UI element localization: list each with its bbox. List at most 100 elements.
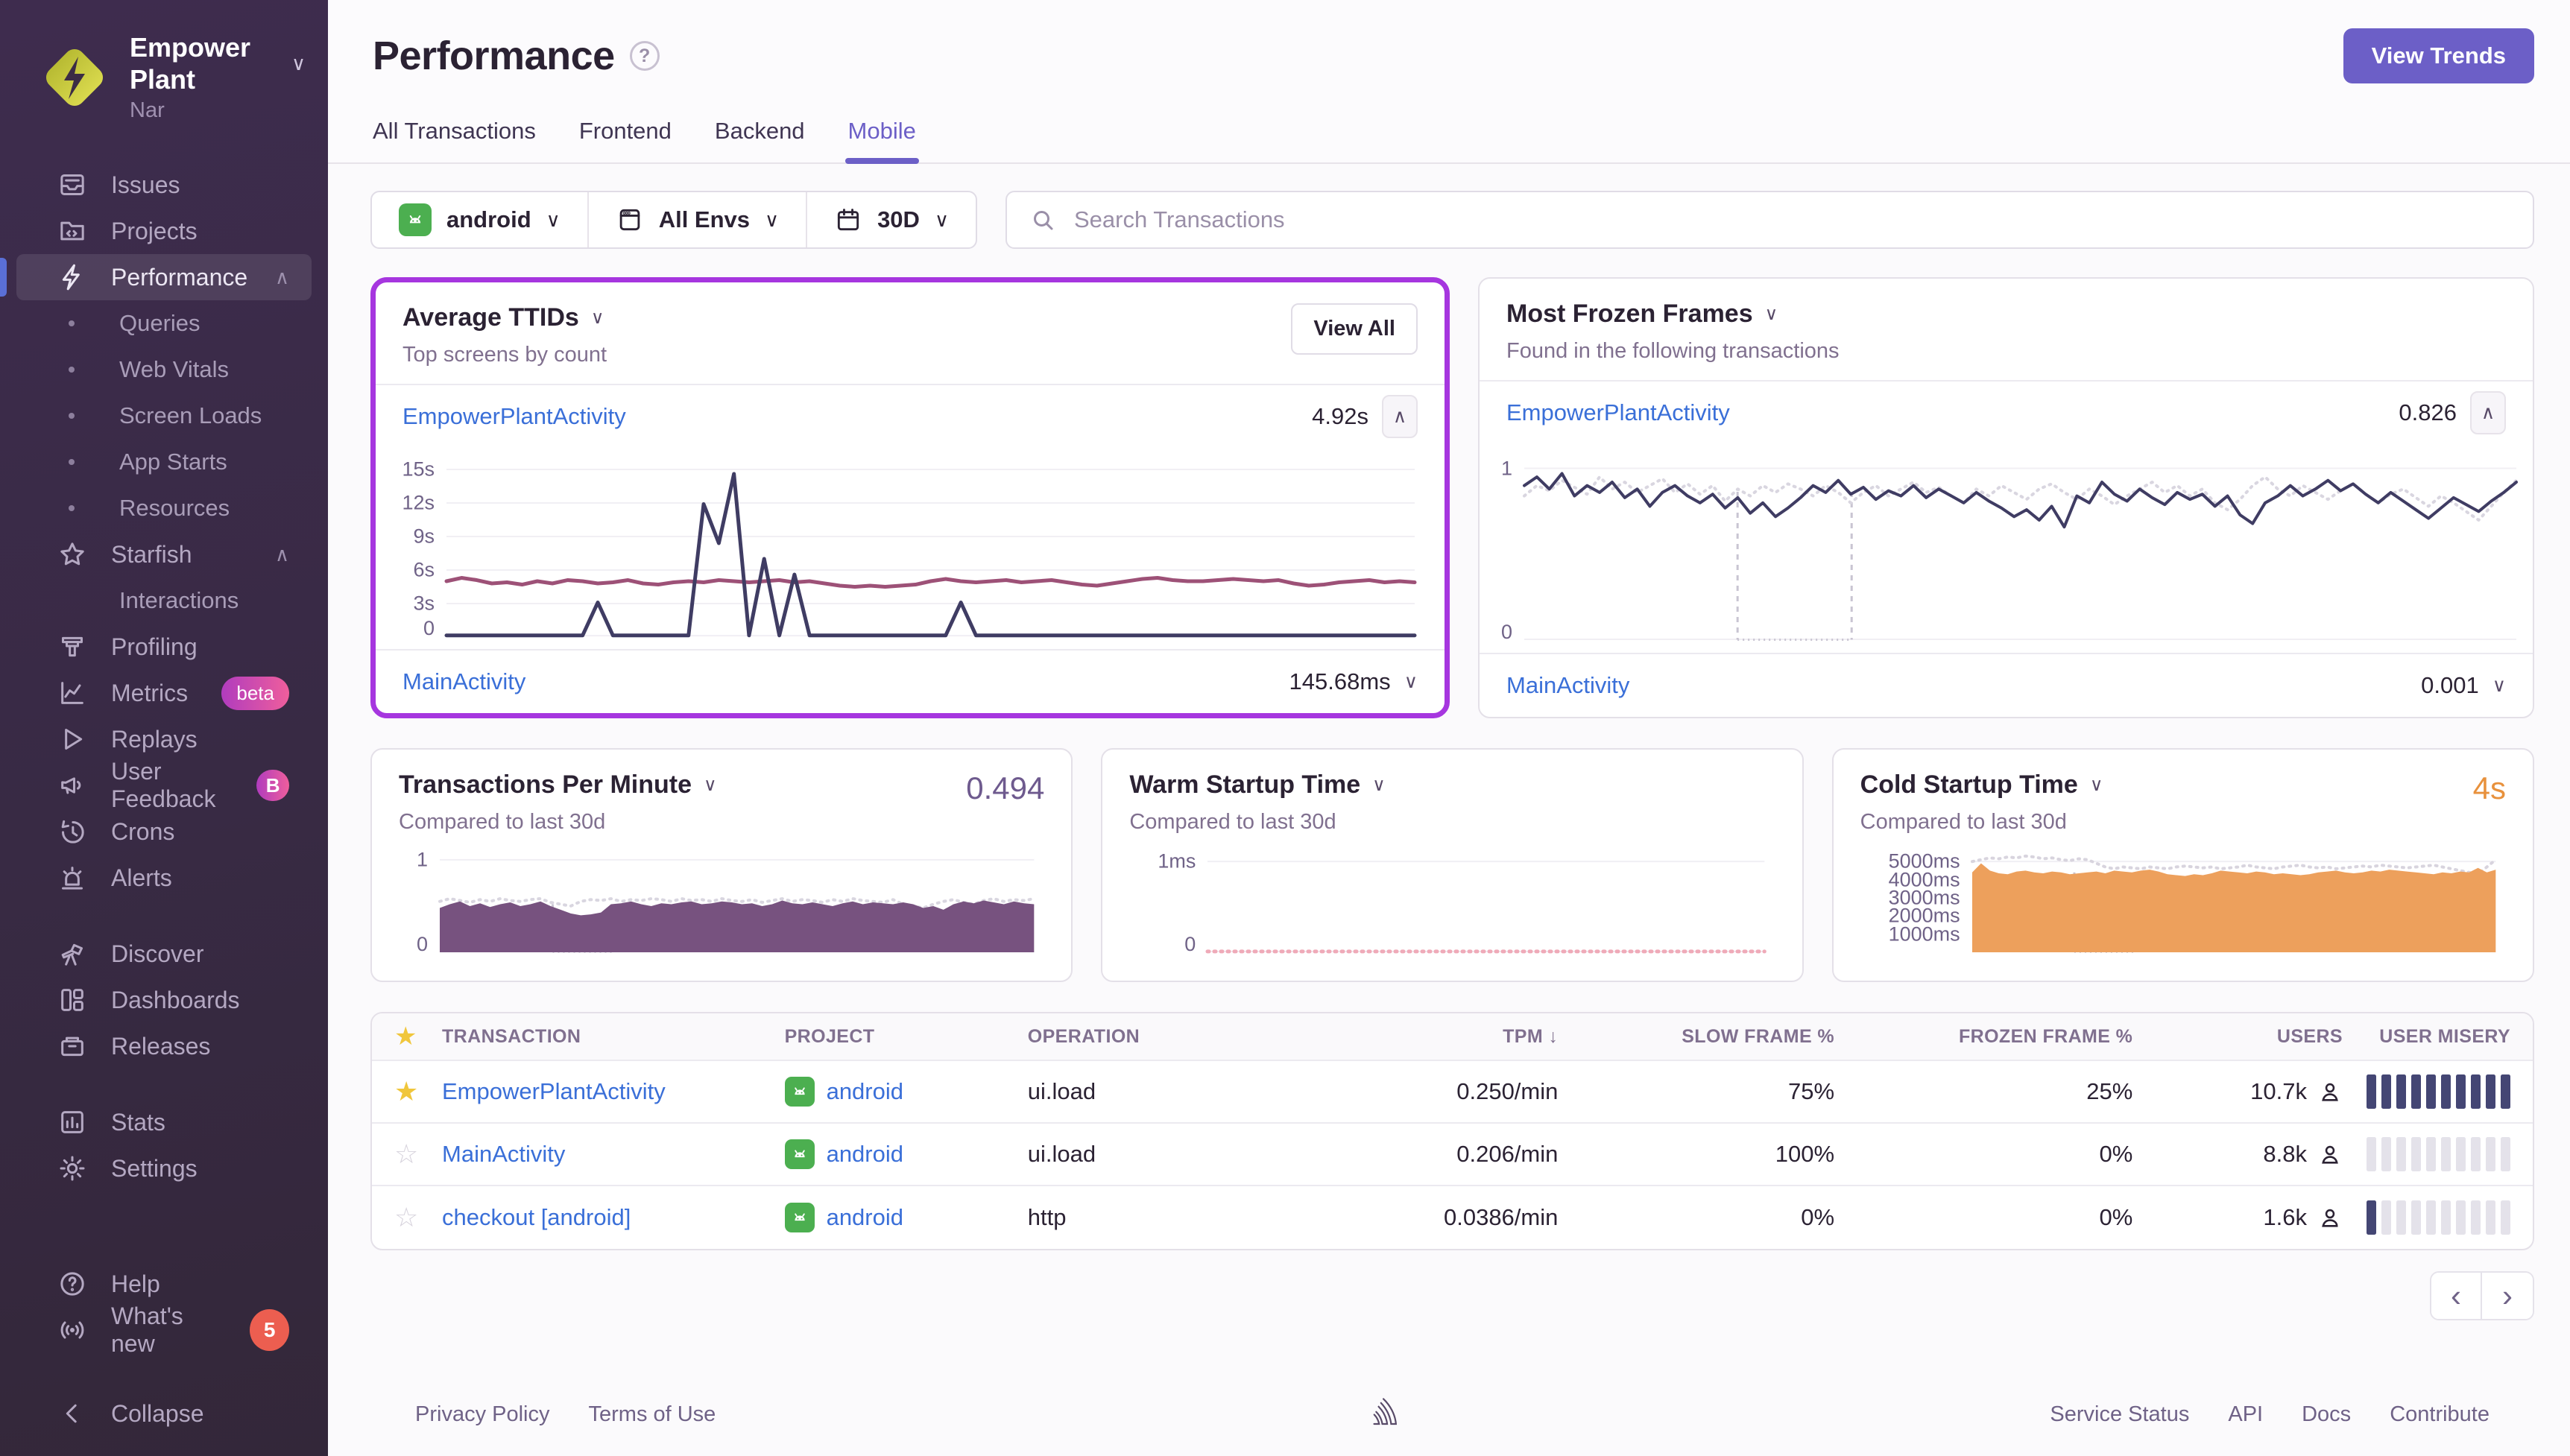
- sidebar-item-profiling[interactable]: Profiling: [16, 624, 312, 670]
- expand-row-button[interactable]: ∨: [1404, 671, 1418, 693]
- sidebar-item-help[interactable]: Help: [16, 1261, 312, 1307]
- sidebar-item-label: Discover: [111, 940, 204, 967]
- tab-backend[interactable]: Backend: [715, 118, 805, 162]
- service-status-link[interactable]: Service Status: [2050, 1402, 2189, 1427]
- chevron-down-icon: ∨: [934, 208, 949, 231]
- view-all-button[interactable]: View All: [1291, 303, 1418, 355]
- bar-chart-icon: [57, 1107, 87, 1137]
- terms-of-use-link[interactable]: Terms of Use: [589, 1402, 716, 1427]
- operation-value: ui.load: [1027, 1078, 1096, 1104]
- performance-tabs: All Transactions Frontend Backend Mobile: [373, 118, 2534, 164]
- transaction-link[interactable]: EmpowerPlantActivity: [402, 403, 626, 430]
- sidebar-item-resources[interactable]: Resources: [0, 485, 328, 531]
- user-misery-bars: [2343, 1200, 2510, 1235]
- sidebar-item-alerts[interactable]: Alerts: [16, 855, 312, 901]
- environment-filter[interactable]: All Envs ∨: [589, 192, 808, 247]
- transaction-link[interactable]: checkout [android]: [442, 1204, 785, 1231]
- operation-value: ui.load: [1027, 1141, 1096, 1167]
- collapse-row-button[interactable]: ∧: [1382, 395, 1418, 438]
- sidebar-item-crons[interactable]: Crons: [16, 808, 312, 855]
- sidebar-item-screen-loads[interactable]: Screen Loads: [0, 393, 328, 439]
- card-title[interactable]: Cold Startup Time ∨: [1860, 770, 2103, 800]
- project-link[interactable]: android: [827, 1204, 903, 1231]
- lightning-icon: [57, 262, 87, 292]
- star-toggle[interactable]: ☆: [394, 1202, 442, 1233]
- star-toggle[interactable]: ☆: [394, 1139, 442, 1170]
- col-tpm-sorted[interactable]: TPM ↓: [1260, 1026, 1558, 1048]
- col-slow-frame[interactable]: SLOW FRAME %: [1558, 1026, 1834, 1048]
- sidebar-collapse-button[interactable]: Collapse: [16, 1390, 312, 1437]
- org-subtitle: Nar: [130, 98, 165, 123]
- project-link[interactable]: android: [827, 1141, 903, 1168]
- sidebar-item-replays[interactable]: Replays: [16, 716, 312, 762]
- search-input[interactable]: [1072, 206, 2510, 234]
- col-frozen-frame[interactable]: FROZEN FRAME %: [1834, 1026, 2132, 1048]
- card-title[interactable]: Average TTIDs ∨: [402, 303, 607, 332]
- docs-link[interactable]: Docs: [2302, 1402, 2351, 1427]
- sidebar-item-dashboards[interactable]: Dashboards: [16, 977, 312, 1023]
- transaction-link[interactable]: MainActivity: [402, 668, 525, 695]
- sidebar-item-stats[interactable]: Stats: [16, 1099, 312, 1145]
- col-project[interactable]: PROJECT: [785, 1026, 1028, 1048]
- next-page-button[interactable]: ›: [2482, 1273, 2533, 1319]
- sidebar-item-user-feedback[interactable]: User Feedback B: [16, 758, 312, 812]
- contribute-link[interactable]: Contribute: [2390, 1402, 2490, 1427]
- col-transaction[interactable]: TRANSACTION: [442, 1026, 785, 1048]
- card-title[interactable]: Transactions Per Minute ∨: [399, 770, 717, 800]
- sidebar-item-issues[interactable]: Issues: [16, 162, 312, 208]
- project-link[interactable]: android: [827, 1078, 903, 1105]
- flamegraph-icon: [57, 632, 87, 662]
- transaction-link[interactable]: MainActivity: [442, 1141, 785, 1168]
- users-value: 1.6k: [2263, 1204, 2307, 1230]
- archive-box-icon: [57, 1031, 87, 1061]
- sidebar-item-label: Metrics: [111, 679, 189, 706]
- card-title[interactable]: Most Frozen Frames ∨: [1506, 300, 1840, 329]
- card-subtitle: Top screens by count: [402, 343, 607, 367]
- privacy-policy-link[interactable]: Privacy Policy: [415, 1402, 550, 1427]
- whats-new-count-badge: 5: [250, 1309, 289, 1351]
- sidebar-item-label: User Feedback: [111, 758, 216, 813]
- sidebar-item-queries[interactable]: Queries: [0, 300, 328, 346]
- org-switcher[interactable]: Empower Plant ∨ Nar: [0, 0, 328, 142]
- sidebar-item-label: Projects: [111, 217, 198, 244]
- view-trends-button[interactable]: View Trends: [2343, 28, 2534, 83]
- sidebar-item-interactions[interactable]: Interactions: [0, 577, 328, 624]
- sidebar-item-whats-new[interactable]: What's new 5: [16, 1303, 312, 1357]
- api-link[interactable]: API: [2228, 1402, 2263, 1427]
- sidebar-item-web-vitals[interactable]: Web Vitals: [0, 346, 328, 393]
- collapse-row-button[interactable]: ∧: [2470, 391, 2506, 434]
- help-tooltip-icon[interactable]: ?: [629, 41, 660, 71]
- sidebar-item-performance[interactable]: Performance ∧: [0, 254, 312, 301]
- tab-mobile[interactable]: Mobile: [844, 118, 920, 164]
- project-filter[interactable]: android ∨: [372, 192, 589, 247]
- transaction-link[interactable]: EmpowerPlantActivity: [1506, 399, 1730, 426]
- transaction-link[interactable]: EmpowerPlantActivity: [442, 1078, 785, 1105]
- col-user-misery[interactable]: USER MISERY: [2343, 1026, 2510, 1048]
- sidebar-item-discover[interactable]: Discover: [16, 931, 312, 977]
- telescope-icon: [57, 939, 87, 969]
- expand-row-button[interactable]: ∨: [2492, 674, 2506, 697]
- sidebar-item-app-starts[interactable]: App Starts: [0, 439, 328, 485]
- warm-startup-chart: 1ms 0: [1158, 849, 1196, 956]
- transaction-link[interactable]: MainActivity: [1506, 672, 1629, 699]
- col-operation[interactable]: OPERATION: [1028, 1026, 1260, 1048]
- help-icon: [57, 1269, 87, 1299]
- cold-startup-chart: 5000ms 4000ms 3000ms 2000ms 1000ms: [1860, 848, 2506, 960]
- avg-ttids-chart: 15s 12s 9s 6s 3s 0: [376, 454, 1445, 645]
- col-users[interactable]: USERS: [2132, 1026, 2343, 1048]
- tpm-value: 0.206/min: [1456, 1141, 1559, 1167]
- frozen-row-mainactivity: MainActivity 0.001 ∨: [1480, 653, 2533, 717]
- tab-all-transactions[interactable]: All Transactions: [373, 118, 536, 162]
- sidebar-item-projects[interactable]: Projects: [16, 208, 312, 254]
- sidebar-item-releases[interactable]: Releases: [16, 1023, 312, 1069]
- tab-frontend[interactable]: Frontend: [579, 118, 672, 162]
- previous-page-button[interactable]: ‹: [2431, 1273, 2482, 1319]
- star-toggle[interactable]: ★: [394, 1076, 442, 1107]
- sidebar-item-starfish[interactable]: Starfish ∧: [16, 531, 312, 577]
- card-subtitle: Compared to last 30d: [399, 810, 606, 834]
- card-title[interactable]: Warm Startup Time ∨: [1129, 770, 1385, 800]
- sidebar-item-metrics[interactable]: Metrics beta: [16, 670, 312, 716]
- user-icon: [2322, 1145, 2338, 1164]
- date-range-filter[interactable]: 30D ∨: [807, 192, 976, 247]
- sidebar-item-settings[interactable]: Settings: [16, 1145, 312, 1191]
